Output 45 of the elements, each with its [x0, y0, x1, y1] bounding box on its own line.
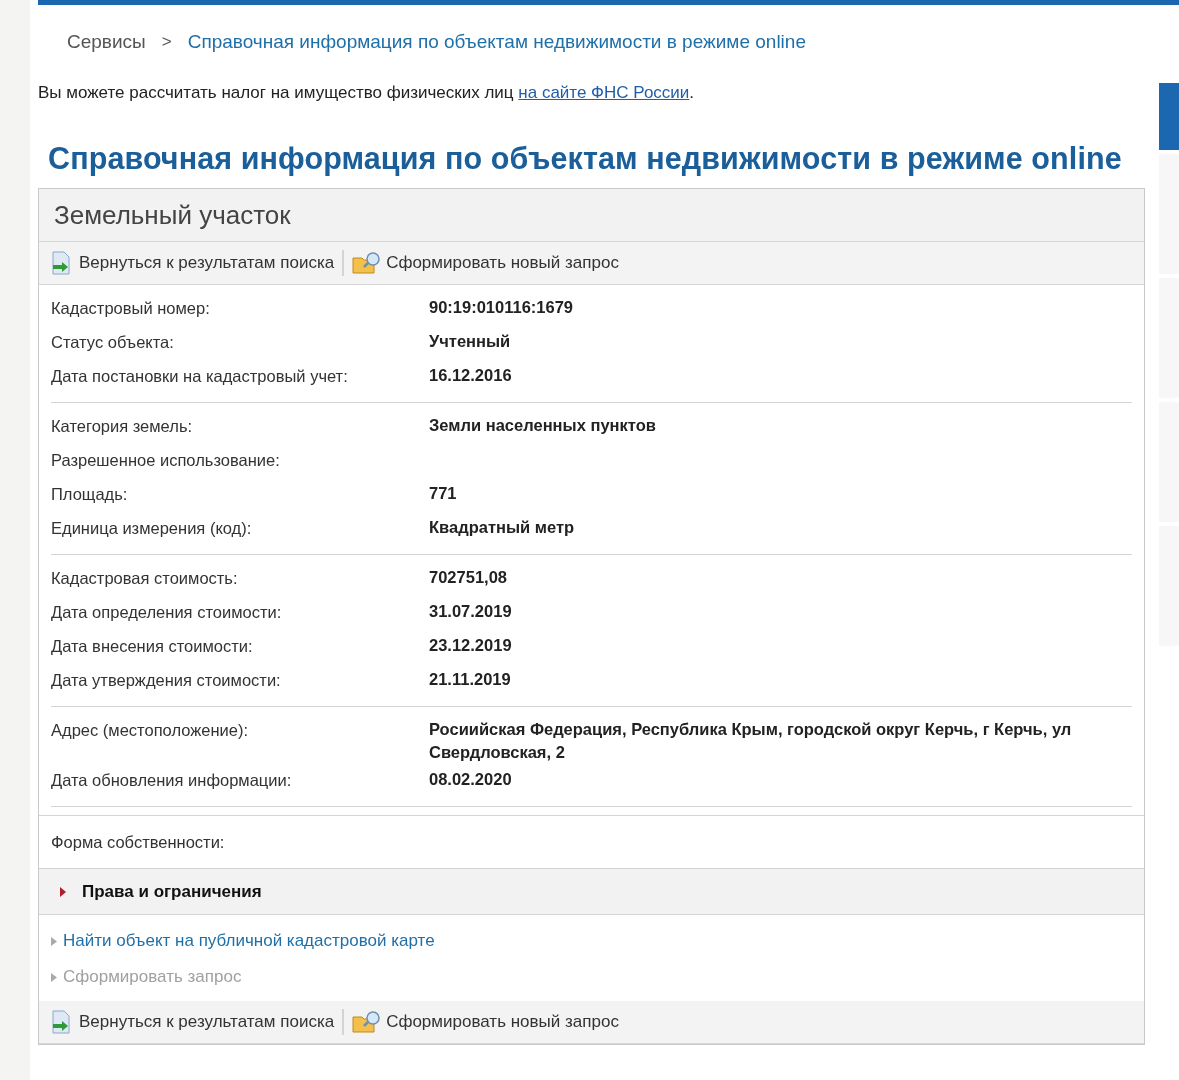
panel-link[interactable]: Найти объект на публичной кадастровой карте	[63, 931, 435, 951]
field-value: Росиийская Федерация, Республика Крым, городской округ Керчь, г Керчь, ул Свердловская, 2	[429, 719, 1073, 763]
field-label: Статус объекта:	[51, 333, 175, 352]
field-label: Категория земель:	[51, 417, 194, 436]
field-label: Кадастровая стоимость:	[51, 569, 239, 588]
sidebar-tab[interactable]	[1159, 83, 1179, 150]
caret-right-icon	[59, 885, 67, 898]
caret-right-icon	[51, 936, 57, 946]
folder-magnifier-icon	[352, 1010, 383, 1034]
field-label: Площадь:	[51, 485, 129, 504]
toolbar-button[interactable]: Вернуться к результатам поиска	[49, 1009, 335, 1035]
toolbar-button[interactable]: Сформировать новый запрос	[352, 1010, 619, 1034]
field-value: 16.12.2016	[429, 365, 513, 386]
intro-text: Вы можете рассчитать налог на имущество физических лиц на сайте ФНС России.	[38, 83, 696, 103]
field-value: Квадратный метр	[429, 517, 576, 538]
field-value: 771	[429, 483, 458, 504]
toolbar-button[interactable]: Вернуться к результатам поиска	[49, 250, 335, 276]
field-label: Кадастровый номер:	[51, 299, 211, 318]
field-label: Дата внесения стоимости:	[51, 637, 254, 656]
toolbar-button[interactable]: Сформировать новый запрос	[352, 251, 619, 275]
field-label: Дата обновления информации:	[51, 771, 293, 790]
panel-title: Земельный участок	[39, 189, 1144, 242]
field-value: Земли населенных пунктов	[429, 415, 657, 436]
breadcrumb-separator: >	[161, 32, 172, 52]
field-value: Учтенный	[429, 331, 512, 352]
field-label: Адрес (местоположение):	[51, 721, 249, 740]
field-label: Разрешенное использование:	[51, 451, 281, 470]
field-label: Дата утверждения стоимости:	[51, 671, 282, 690]
field-label: Дата определения стоимости:	[51, 603, 283, 622]
field-label: Единица измерения (код):	[51, 519, 253, 538]
field-value: 90:19:010116:1679	[429, 297, 575, 318]
fns-link[interactable]: на сайте ФНС России	[518, 83, 690, 102]
caret-right-icon	[51, 972, 57, 982]
breadcrumb-link[interactable]: Справочная информация по объектам недвижимости в режиме online	[187, 31, 806, 53]
field-label: Форма собственности:	[51, 832, 225, 852]
field-label: Дата постановки на кадастровый учет:	[51, 367, 349, 386]
field-value: 702751,08	[429, 567, 508, 588]
page-heading: Справочная информация по объектам недвижимости в режиме online	[48, 141, 1123, 176]
field-value: 31.07.2019	[429, 601, 513, 622]
field-value: 21.11.2019	[429, 669, 512, 690]
field-value: 08.02.2020	[429, 769, 513, 790]
folder-magnifier-icon	[352, 251, 383, 275]
rights-toggle[interactable]: Права и ограничения	[39, 869, 1144, 915]
field-value: 23.12.2019	[429, 635, 513, 656]
breadcrumb-link[interactable]: Сервисы	[67, 31, 146, 53]
